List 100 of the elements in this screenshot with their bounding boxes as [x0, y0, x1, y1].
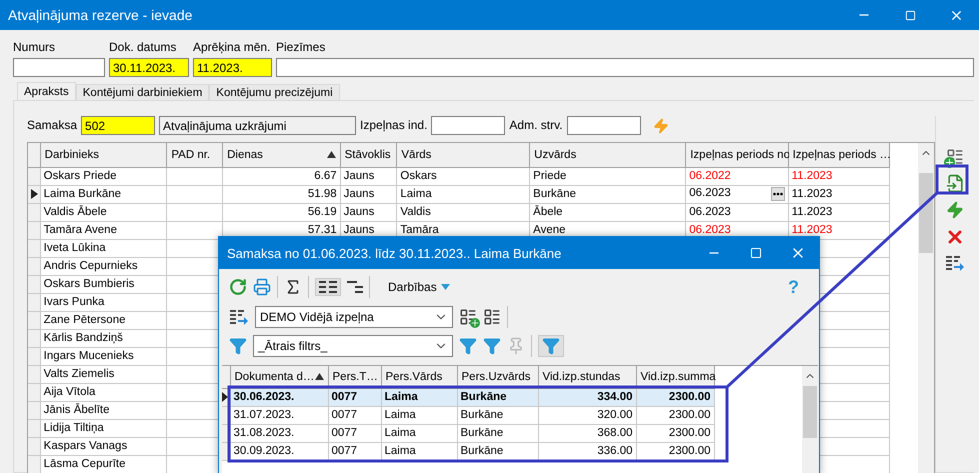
column-header[interactable]: Uzvārds [530, 143, 686, 167]
tree-view-icon[interactable] [347, 280, 363, 294]
name-field[interactable]: Atvaļinājuma uzkrājumi [159, 116, 356, 135]
table-cell: Oskars [396, 167, 530, 185]
column-header[interactable]: Darbinieks [40, 143, 167, 167]
table-cell: 0077 [328, 406, 381, 424]
filter-add-icon[interactable] [459, 337, 477, 355]
list-export-icon[interactable] [945, 255, 965, 271]
layout-dropdown[interactable]: DEMO Vidējā izpeļna [255, 306, 453, 328]
table-cell: 2300.00 [636, 424, 714, 442]
table-cell: Laima [396, 185, 530, 203]
add-layout-icon[interactable] [459, 308, 477, 326]
table-cell: Burkāne [457, 406, 538, 424]
table-cell [166, 221, 223, 239]
filter-edit-icon[interactable] [229, 337, 247, 355]
column-header[interactable]: Pers.Uzvārds [457, 366, 538, 388]
field-label: Samaksa [27, 118, 78, 133]
field-label: Aprēķina mēn. [193, 40, 272, 55]
table-cell: 334.00 [538, 388, 636, 406]
table-cell: 06.2022 [686, 167, 788, 185]
table-cell: Kaspars Vanags [40, 437, 167, 455]
list-arrow-icon[interactable] [229, 309, 249, 325]
table-cell: 0077 [328, 424, 381, 442]
table-cell: Oskars Bumbieris [40, 275, 167, 293]
table-cell: Burkāne [457, 388, 538, 406]
table-cell: Laima [381, 424, 457, 442]
table-cell: Burkāne [457, 424, 538, 442]
table-cell: Iveta Lūkina [40, 239, 167, 257]
table-cell: 06.2023 [686, 203, 788, 221]
input-field[interactable]: 30.11.2023. [109, 58, 189, 77]
add-record-icon[interactable] [946, 148, 964, 166]
table-cell: 2300.00 [636, 442, 714, 460]
table-cell: 30.09.2023. [230, 442, 328, 460]
table-cell: 31.08.2023. [230, 424, 328, 442]
table-cell: Ābele [530, 203, 686, 221]
tab[interactable]: Kontējumu precizējumi [209, 84, 340, 100]
table-cell: 51.98 [222, 185, 340, 203]
code-field[interactable]: 502 [81, 116, 156, 135]
filter-dropdown[interactable]: _Ātrais filtrs_ [253, 335, 453, 357]
input-field[interactable] [566, 116, 641, 135]
table-cell [166, 167, 223, 185]
tab[interactable]: Apraksts [17, 82, 76, 100]
filter-icon[interactable] [483, 337, 501, 355]
table-cell: Jauns [340, 203, 397, 221]
column-header[interactable]: Dokumenta d… [230, 366, 328, 388]
actions-menu[interactable]: Darbības [388, 280, 450, 294]
table-cell: Jauns [340, 185, 397, 203]
scrollbar-thumb[interactable] [803, 386, 817, 438]
column-header[interactable]: Pers.Vārds [381, 366, 457, 388]
column-header[interactable]: Vārds [396, 143, 530, 167]
highlight-frame [936, 164, 968, 194]
column-header[interactable]: Vid.izp.summa [636, 366, 714, 388]
scrollbar[interactable] [802, 366, 818, 473]
input-field[interactable]: 11.2023. [193, 58, 272, 77]
input-field[interactable] [276, 58, 974, 77]
field-label: Dok. datums [109, 40, 178, 55]
table-cell: Priede [530, 167, 686, 185]
table-cell: Lāsma Cepurīte [40, 455, 167, 473]
tab[interactable]: Kontējumi darbiniekiem [76, 84, 210, 100]
column-header[interactable]: Izpeļnas periods … [788, 143, 890, 167]
table-cell: 11.2023 [788, 203, 890, 221]
input-field[interactable] [13, 58, 105, 77]
column-header[interactable]: Vid.izp.stundas [538, 366, 636, 388]
column-header[interactable]: Dienas [222, 143, 340, 167]
scrollbar[interactable] [918, 143, 934, 473]
field-label: Adm. strv. [509, 118, 563, 133]
table-cell: Aija Vītola [40, 383, 167, 401]
maximize-icon[interactable] [750, 247, 762, 259]
table-cell: 320.00 [538, 406, 636, 424]
more-icon[interactable] [770, 187, 785, 201]
field-label: Piezīmes [276, 40, 326, 55]
sort-icon [326, 150, 336, 158]
table-cell: Valdis Ābele [40, 203, 167, 221]
table-cell: Kārlis Bandziņš [40, 329, 167, 347]
table-cell: Ingars Mucenieks [40, 347, 167, 365]
field-label: Numurs [13, 40, 56, 55]
table-cell: 2300.00 [636, 388, 714, 406]
import-document-icon[interactable] [946, 174, 964, 193]
input-field[interactable] [431, 116, 506, 135]
print-icon[interactable] [253, 278, 271, 296]
field-label: Izpeļnas ind. [360, 118, 428, 133]
table-cell: 0077 [328, 442, 381, 460]
refresh-icon[interactable] [229, 278, 247, 296]
column-header[interactable]: PAD nr. [166, 143, 223, 167]
table-cell: 06.2023 [686, 185, 788, 203]
table-cell: Laima [381, 388, 457, 406]
table-cell: Laima [381, 406, 457, 424]
grid-view-button[interactable] [315, 278, 341, 296]
table-cell: Burkāne [457, 442, 538, 460]
table-cell [166, 203, 223, 221]
table-cell: 0077 [328, 388, 381, 406]
table-cell: 11.2023 [788, 167, 890, 185]
lightning-icon[interactable] [946, 201, 964, 219]
scrollbar-thumb[interactable] [919, 173, 933, 253]
dialog-title: Samaksa no 01.06.2023. līdz 30.11.2023.. Laima Burkāne [227, 246, 562, 260]
document-list-icon[interactable] [483, 308, 501, 326]
user-filter-button[interactable] [538, 335, 564, 357]
column-header[interactable]: Stāvoklis [340, 143, 397, 167]
maximize-icon[interactable] [904, 10, 916, 20]
table-cell: 31.07.2023. [230, 406, 328, 424]
